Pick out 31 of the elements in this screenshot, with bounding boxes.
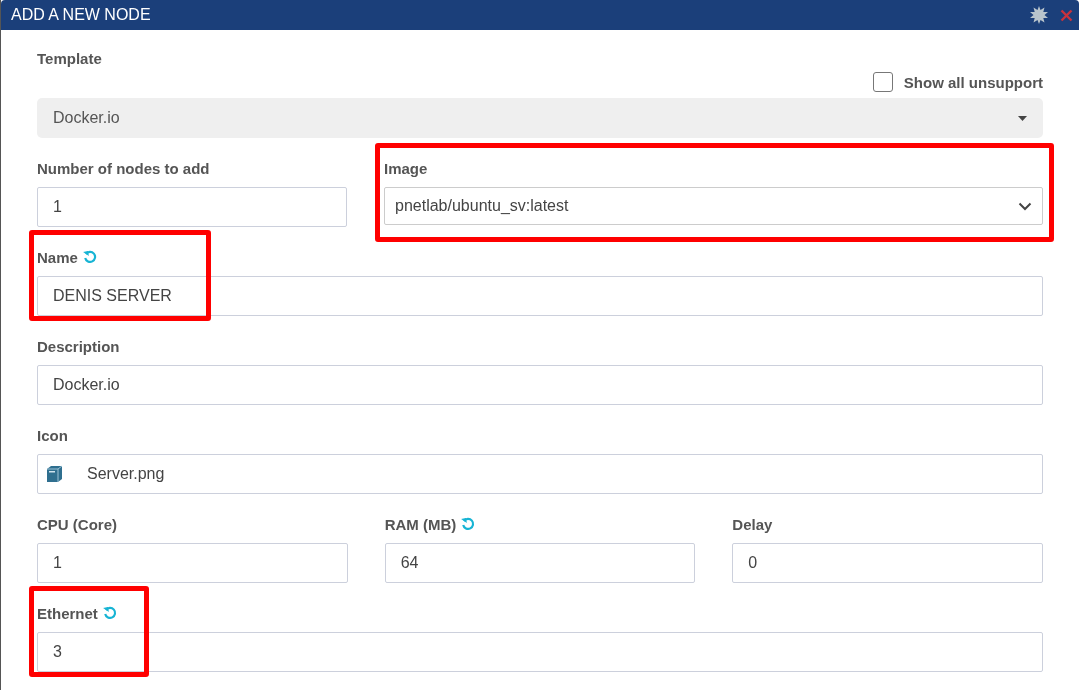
text-field[interactable]: Docker.io [37,365,1043,405]
field-label: RAM (MB) [384,515,457,533]
text-field[interactable]: DENIS SERVER [37,276,1043,316]
reset-icon[interactable] [461,517,476,531]
window-title: ADD A NEW NODE [11,6,152,24]
field-label: Delay [732,515,773,533]
field-label: CPU (Core) [37,515,117,533]
field-label: Description [37,337,120,355]
caret-icon [1018,115,1027,121]
text-field[interactable]: 3 [37,632,1043,672]
field-label: Ethernet [37,604,98,622]
close-icon[interactable] [1060,8,1073,22]
starburst-icon[interactable] [1030,6,1048,24]
field-label: Icon [37,426,68,444]
chevron-down-icon [1018,201,1032,211]
reset-icon[interactable] [102,606,117,620]
field-label: Name [37,248,78,266]
text-field[interactable]: 1 [37,543,348,583]
reset-icon[interactable] [82,250,97,264]
image-select[interactable]: pnetlab/ubuntu_sv:latest [384,187,1043,225]
checkbox[interactable] [872,72,893,92]
server-icon [46,465,63,483]
text-field[interactable]: 0 [732,543,1043,583]
checkbox-label: Show all unsupport [903,73,1043,91]
field-label: Image [384,159,428,177]
field-label: Number of nodes to add [37,159,210,177]
text-field[interactable]: 64 [384,543,696,583]
text-field[interactable]: 1 [37,187,347,227]
template-select[interactable]: Docker.io [37,98,1043,138]
icon-field[interactable]: Server.png [37,454,1043,494]
field-label: Template [37,50,103,67]
